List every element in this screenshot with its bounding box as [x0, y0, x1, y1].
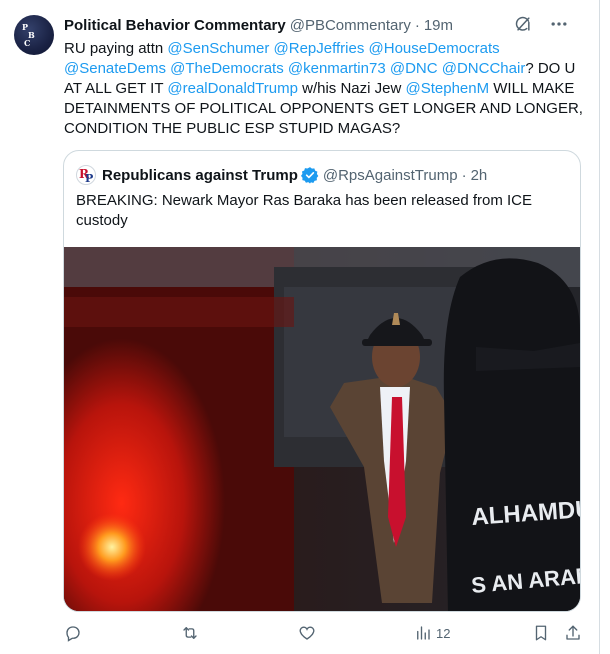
avatar-letter: P	[85, 172, 94, 185]
tweet-text-segment: RU paying attn	[64, 40, 168, 57]
quoted-tweet-time[interactable]: 2h	[471, 167, 488, 184]
author-name[interactable]: Political Behavior Commentary	[64, 17, 286, 34]
tweet-header-actions	[513, 14, 569, 34]
retweet-icon[interactable]	[180, 624, 200, 642]
tweet-time[interactable]: 19m	[424, 17, 453, 34]
mention-link[interactable]: @DNC	[390, 60, 438, 77]
quoted-tweet-photo[interactable]: ALHAMDU S AN ARABI	[64, 247, 580, 611]
mention-link[interactable]: @kenmartin73	[288, 60, 386, 77]
author-handle[interactable]: @PBCommentary	[290, 17, 411, 34]
mention-link[interactable]: @StephenM	[405, 80, 489, 97]
share-icon[interactable]	[564, 624, 582, 642]
tweet-card[interactable]: P B C Political Behavior Commentary @PBC…	[0, 0, 600, 654]
quoted-tweet-text: BREAKING: Newark Mayor Ras Baraka has be…	[76, 192, 533, 229]
reply-icon[interactable]	[64, 624, 82, 642]
quoted-author-handle[interactable]: @RpsAgainstTrump	[323, 167, 458, 184]
quoted-tweet[interactable]: R P Republicans against Trump @RpsAgains…	[63, 150, 581, 612]
tweet-header: Political Behavior Commentary @PBComment…	[64, 15, 453, 35]
separator-dot: ·	[461, 166, 467, 184]
mention-link[interactable]: @TheDemocrats	[170, 60, 284, 77]
mention-link[interactable]: @DNCChair	[442, 60, 526, 77]
author-avatar[interactable]: P B C	[14, 15, 54, 55]
views-button[interactable]: 12	[414, 624, 450, 642]
separator-dot: ·	[414, 16, 420, 34]
mention-link[interactable]: @SenateDems	[64, 60, 166, 77]
tweet-text-segment: w/his Nazi Jew	[297, 80, 406, 97]
tweet-text: RU paying attn @SenSchumer @RepJeffries …	[64, 39, 584, 139]
grok-icon[interactable]	[513, 14, 533, 34]
avatar-letter: C	[24, 38, 31, 48]
more-icon[interactable]	[549, 14, 569, 34]
mention-link[interactable]: @SenSchumer	[167, 40, 269, 57]
mention-link[interactable]: @realDonaldTrump	[167, 80, 298, 97]
quoted-tweet-header: R P Republicans against Trump @RpsAgains…	[76, 164, 487, 186]
mention-link[interactable]: @RepJeffries	[274, 40, 365, 57]
like-icon[interactable]	[298, 624, 316, 642]
mention-link[interactable]: @HouseDemocrats	[369, 40, 500, 57]
quoted-author-name[interactable]: Republicans against Trump	[102, 167, 298, 184]
tweet-actions-bar: 12	[0, 624, 600, 646]
quoted-author-avatar[interactable]: R P	[76, 165, 96, 185]
views-icon	[414, 624, 432, 642]
verified-badge-icon	[300, 166, 319, 184]
views-count: 12	[436, 625, 451, 641]
bookmark-icon[interactable]	[532, 624, 550, 642]
